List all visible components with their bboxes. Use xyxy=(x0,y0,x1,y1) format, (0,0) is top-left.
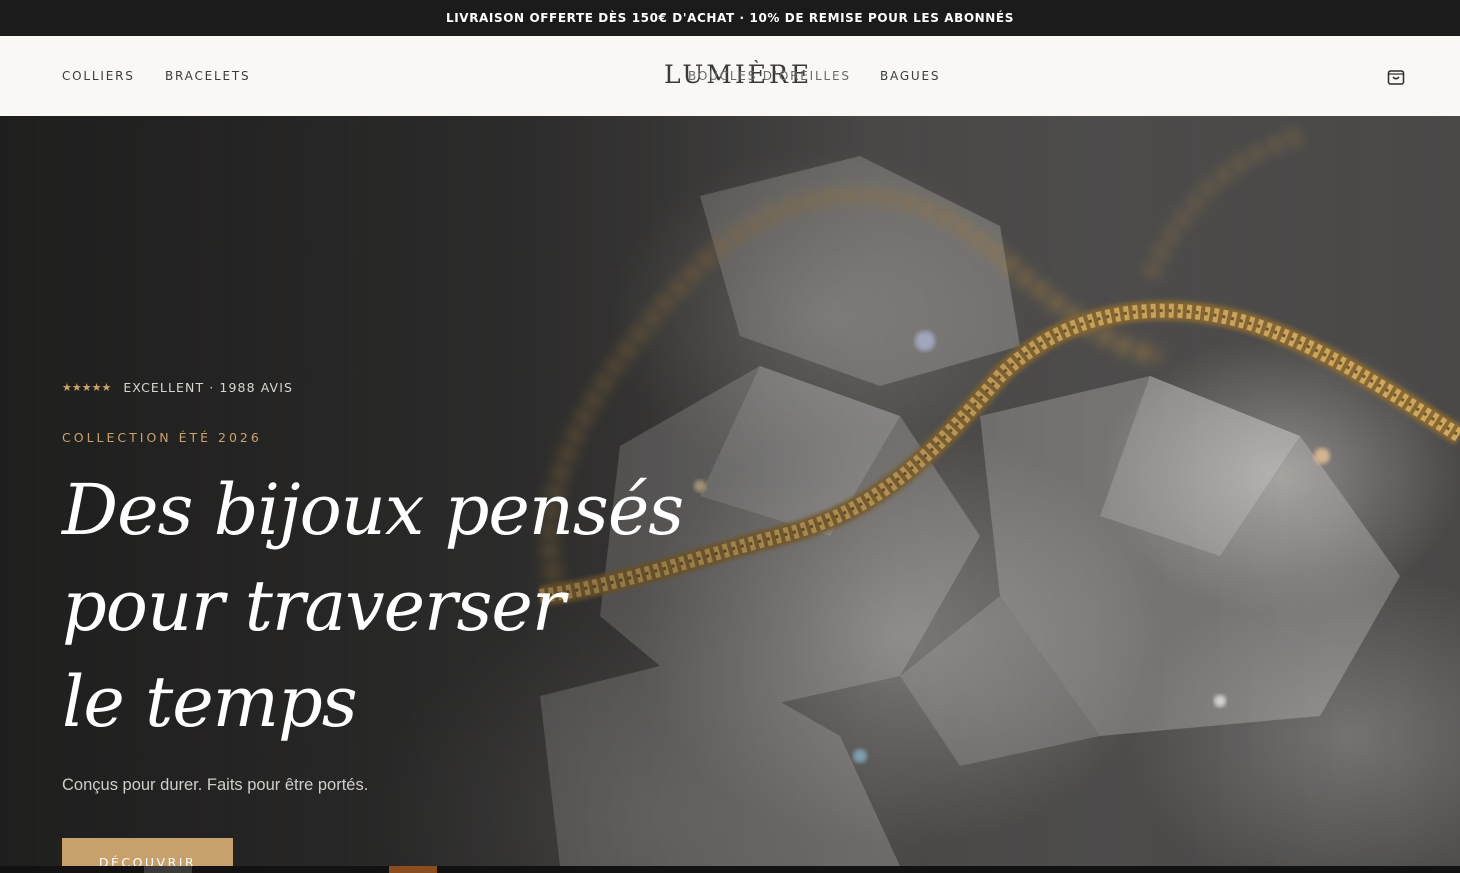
strip-segment xyxy=(144,866,192,873)
rating-text: EXCELLENT · 1988 AVIS xyxy=(123,380,294,395)
cart-button[interactable] xyxy=(1385,65,1407,87)
headline-line-3: le temps xyxy=(62,661,358,743)
discover-button-label: DÉCOUVRIR xyxy=(98,855,197,866)
collection-eyebrow: COLLECTION ÉTÉ 2026 xyxy=(62,430,262,445)
announcement-bar: LIVRAISON OFFERTE DÈS 150€ D'ACHAT · 10%… xyxy=(0,0,1460,36)
discover-button[interactable]: DÉCOUVRIR xyxy=(62,838,233,866)
hero-subtitle: Conçus pour durer. Faits pour être porté… xyxy=(62,776,369,794)
strip-segment-accent xyxy=(389,866,437,873)
bottom-strip xyxy=(0,866,1460,873)
shopping-bag-icon xyxy=(1387,70,1405,85)
nav-link-colliers[interactable]: COLLIERS xyxy=(62,69,135,83)
hero-section: ★★★★★ EXCELLENT · 1988 AVIS COLLECTION É… xyxy=(0,116,1460,866)
rating-summary: ★★★★★ EXCELLENT · 1988 AVIS xyxy=(62,380,293,395)
announcement-text: LIVRAISON OFFERTE DÈS 150€ D'ACHAT · 10%… xyxy=(446,11,1014,25)
rating-stars: ★★★★★ xyxy=(62,381,112,394)
headline-line-1: Des bijoux pensés xyxy=(62,469,684,551)
hero-headline: Des bijoux pensés pour traverser le temp… xyxy=(62,462,684,750)
nav-link-boucles-doreilles[interactable]: BOUCLES D'OREILLES xyxy=(688,69,851,83)
nav-link-bracelets[interactable]: BRACELETS xyxy=(165,69,250,83)
nav-link-bagues[interactable]: BAGUES xyxy=(880,69,940,83)
site-header: COLLIERS BRACELETS LUMIÈRE BOUCLES D'ORE… xyxy=(0,36,1460,116)
headline-line-2: pour traverser xyxy=(62,565,565,647)
